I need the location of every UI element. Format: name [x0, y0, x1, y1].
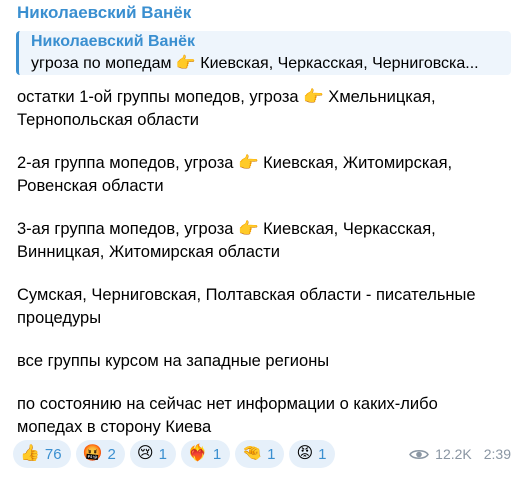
message-line: 2-ая группа мопедов, угроза 👉 Киевская, … — [17, 154, 453, 195]
message-text: остатки 1-ой группы мопедов, угроза 👉 Хм… — [17, 86, 507, 439]
crying-face-icon: 😢 — [136, 445, 154, 462]
reaction-count: 1 — [267, 445, 276, 463]
message-line: все группы курсом на западные регионы — [17, 352, 330, 370]
thumbs-up-icon: 👍 — [20, 445, 40, 462]
reaction-count: 76 — [44, 445, 62, 463]
reaction-pinching-hand[interactable]: 🤏 1 — [235, 440, 285, 468]
reaction-count: 1 — [318, 445, 327, 463]
eye-icon — [409, 448, 430, 461]
view-count: 12.2K — [435, 446, 472, 462]
reaction-count: 1 — [212, 445, 222, 463]
heart-on-fire-icon: ❤️‍🔥 — [187, 445, 208, 462]
message-line: по состоянию на сейчас нет информации о … — [17, 395, 438, 436]
cursing-face-icon: 🤬 — [82, 445, 103, 462]
quote-text: угроза по мопедам 👉 Киевская, Черкасская… — [31, 55, 479, 72]
message-bubble: Николаевский Ванёк Николаевский Ванёк уг… — [0, 0, 521, 477]
quote-author: Николаевский Ванёк — [31, 33, 196, 50]
reaction-count: 2 — [107, 445, 116, 463]
message-line: Сумская, Черниговская, Полтавская област… — [17, 286, 476, 327]
message-line: 3-ая группа мопедов, угроза 👉 Киевская, … — [17, 220, 436, 261]
reaction-cursing-face[interactable]: 🤬 2 — [75, 440, 125, 468]
message-meta: 12.2K 2:39 — [409, 446, 511, 462]
message-line: остатки 1-ой группы мопедов, угроза 👉 Хм… — [17, 88, 436, 129]
reaction-thumbs-up[interactable]: 👍 76 — [13, 440, 71, 468]
message-time: 2:39 — [483, 446, 511, 462]
pinching-hand-icon: 🤏 — [242, 445, 263, 462]
reaction-heart-on-fire[interactable]: ❤️‍🔥 1 — [180, 440, 231, 468]
sender-name[interactable]: Николаевский Ванёк — [17, 3, 191, 23]
reaction-angry-face[interactable]: 😡 1 — [289, 440, 336, 468]
angry-face-icon: 😡 — [296, 445, 314, 462]
reaction-count: 1 — [158, 445, 167, 463]
reaction-crying-face[interactable]: 😢 1 — [129, 440, 176, 468]
forwarded-quote[interactable]: Николаевский Ванёк угроза по мопедам 👉 К… — [16, 31, 511, 75]
reactions-bar: 👍 76 🤬 2 😢 1 ❤️‍🔥 1 🤏 1 😡 1 — [13, 440, 336, 468]
